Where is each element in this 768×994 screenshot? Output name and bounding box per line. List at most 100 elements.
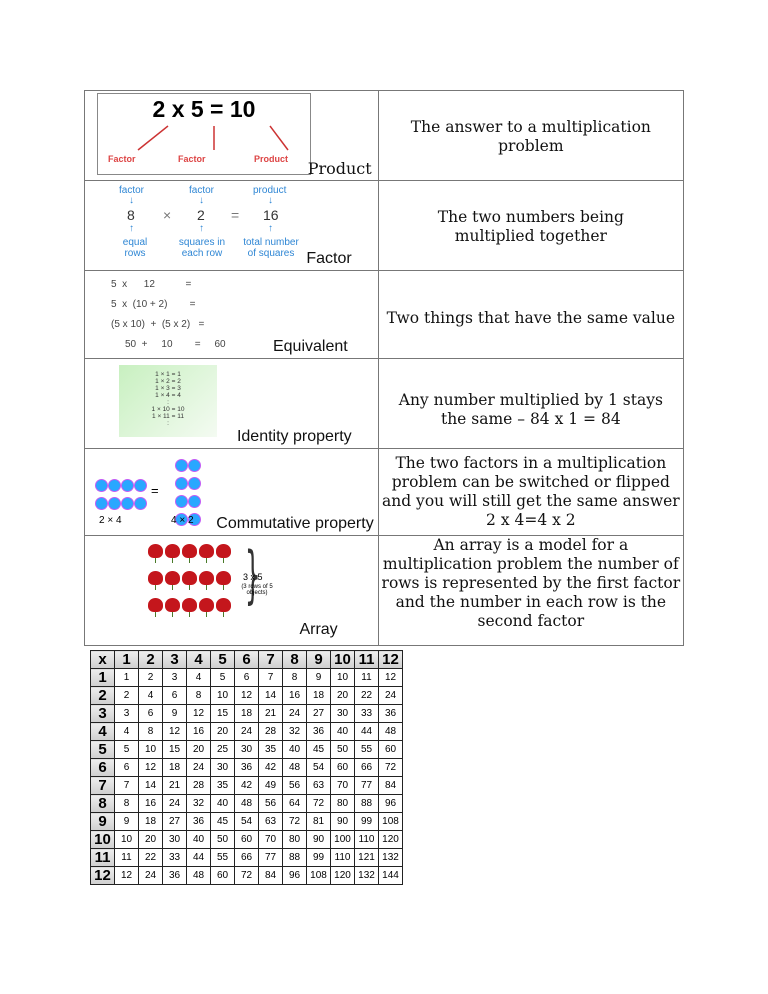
product-cell: 120 [378, 830, 403, 849]
product-cell: 60 [234, 830, 259, 849]
column-header: 12 [378, 650, 403, 669]
product-cell: 12 [114, 866, 139, 885]
product-cell: 32 [282, 722, 307, 741]
product-cell: 99 [354, 812, 379, 831]
column-header: 7 [258, 650, 283, 669]
product-cell: 3 [114, 704, 139, 723]
equation-line: 5 x 12 = [111, 279, 192, 290]
product-cell: 10 [210, 686, 235, 705]
product-cell: 70 [258, 830, 283, 849]
product-cell: 99 [306, 848, 331, 867]
term: Array [299, 621, 338, 638]
product-cell: 16 [282, 686, 307, 705]
product-cell: 9 [306, 668, 331, 687]
product-cell: 33 [354, 704, 379, 723]
times-table-header-row: x 1 2 3 4 5 6 7 8 9 10 11 12 [90, 650, 403, 669]
arrow-up-icon: ↑ [129, 223, 134, 234]
product-cell: 5 [114, 740, 139, 759]
product-cell: 63 [306, 776, 331, 795]
row-factor: factor factor product ↓ ↓ ↓ 8 × 2 = 16 ↑… [84, 180, 685, 271]
product-cell: 14 [138, 776, 163, 795]
product-cell: 88 [354, 794, 379, 813]
vocabulary-table: 2 x 5 = 10 Factor Factor Product Product… [84, 90, 685, 646]
arrow-up-icon: ↑ [268, 223, 273, 234]
column-header: 9 [306, 650, 331, 669]
product-cell: 14 [258, 686, 283, 705]
product-cell: 48 [378, 722, 403, 741]
equivalent-diagram: 5 x 12 = 5 x (10 + 2) = (5 x 10) + (5 x … [111, 271, 311, 359]
product-cell: 60 [210, 866, 235, 885]
product-cell: 24 [186, 758, 211, 777]
product-cell: 36 [162, 866, 187, 885]
roses-array [147, 542, 237, 623]
product-cell: 20 [186, 740, 211, 759]
product-cell: 33 [162, 848, 187, 867]
product-cell: 6 [234, 668, 259, 687]
times-table-row: 7 7 14 21 28 35 42 49 56 63 70 77 84 [90, 776, 403, 795]
product-cell: 50 [210, 830, 235, 849]
term: Commutative property [216, 515, 374, 532]
pointer-lines [137, 125, 289, 151]
product-cell: 2 [114, 686, 139, 705]
product-cell: 4 [186, 668, 211, 687]
times-table-row: 1 1 2 3 4 5 6 7 8 9 10 11 12 [90, 668, 403, 687]
product-cell: 16 [138, 794, 163, 813]
product-cell: 96 [282, 866, 307, 885]
product-cell: 20 [210, 722, 235, 741]
product-cell: 24 [162, 794, 187, 813]
product-cell: 10 [138, 740, 163, 759]
row-header: 7 [90, 776, 115, 795]
column-header: 3 [162, 650, 187, 669]
product-cell: 54 [234, 812, 259, 831]
column-header: 6 [234, 650, 259, 669]
product-diagram: 2 x 5 = 10 Factor Factor Product [97, 93, 311, 175]
product-cell: 4 [138, 686, 163, 705]
times-table-row: 9 9 18 27 36 45 54 63 72 81 90 99 108 [90, 812, 403, 831]
times-table-row: 4 4 8 12 16 20 24 28 32 36 40 44 48 [90, 722, 403, 741]
product-cell: 72 [306, 794, 331, 813]
row-header: 6 [90, 758, 115, 777]
product-cell: 48 [234, 794, 259, 813]
product-cell: 80 [330, 794, 355, 813]
product-cell: 8 [282, 668, 307, 687]
product-cell: 96 [378, 794, 403, 813]
product-cell: 9 [162, 704, 187, 723]
product-cell: 36 [378, 704, 403, 723]
equation-line: 50 + 10 = 60 [125, 339, 226, 350]
product-cell: 6 [138, 704, 163, 723]
column-header: 11 [354, 650, 379, 669]
product-cell: 28 [186, 776, 211, 795]
term: Factor [306, 250, 352, 267]
arrow-down-icon: ↓ [129, 195, 134, 206]
product-cell: 72 [234, 866, 259, 885]
times-table-row: 6 6 12 18 24 30 36 42 48 54 60 66 72 [90, 758, 403, 777]
product-cell: 77 [258, 848, 283, 867]
product-cell: 45 [210, 812, 235, 831]
product-cell: 18 [162, 758, 187, 777]
product-cell: 144 [378, 866, 403, 885]
product-cell: 4 [114, 722, 139, 741]
product-cell: 70 [330, 776, 355, 795]
product-cell: 64 [282, 794, 307, 813]
product-cell: 84 [378, 776, 403, 795]
product-cell: 36 [234, 758, 259, 777]
row-identity: 1 × 1 = 1 1 × 2 = 2 1 × 3 = 3 1 × 4 = 4 … [84, 358, 685, 449]
factor-diagram: factor factor product ↓ ↓ ↓ 8 × 2 = 16 ↑… [119, 185, 299, 259]
product-cell: 11 [354, 668, 379, 687]
product-cell: 40 [330, 722, 355, 741]
row-header: 12 [90, 866, 115, 885]
product-cell: 20 [330, 686, 355, 705]
product-cell: 7 [114, 776, 139, 795]
product-cell: 84 [258, 866, 283, 885]
product-cell: 6 [114, 758, 139, 777]
product-cell: 108 [306, 866, 331, 885]
product-cell: 3 [162, 668, 187, 687]
product-cell: 30 [234, 740, 259, 759]
row-header: 10 [90, 830, 115, 849]
product-cell: 45 [306, 740, 331, 759]
product-cell: 11 [114, 848, 139, 867]
product-cell: 48 [186, 866, 211, 885]
product-cell: 35 [258, 740, 283, 759]
column-header: 2 [138, 650, 163, 669]
definition: Any number multiplied by 1 stays the sam… [398, 391, 663, 428]
